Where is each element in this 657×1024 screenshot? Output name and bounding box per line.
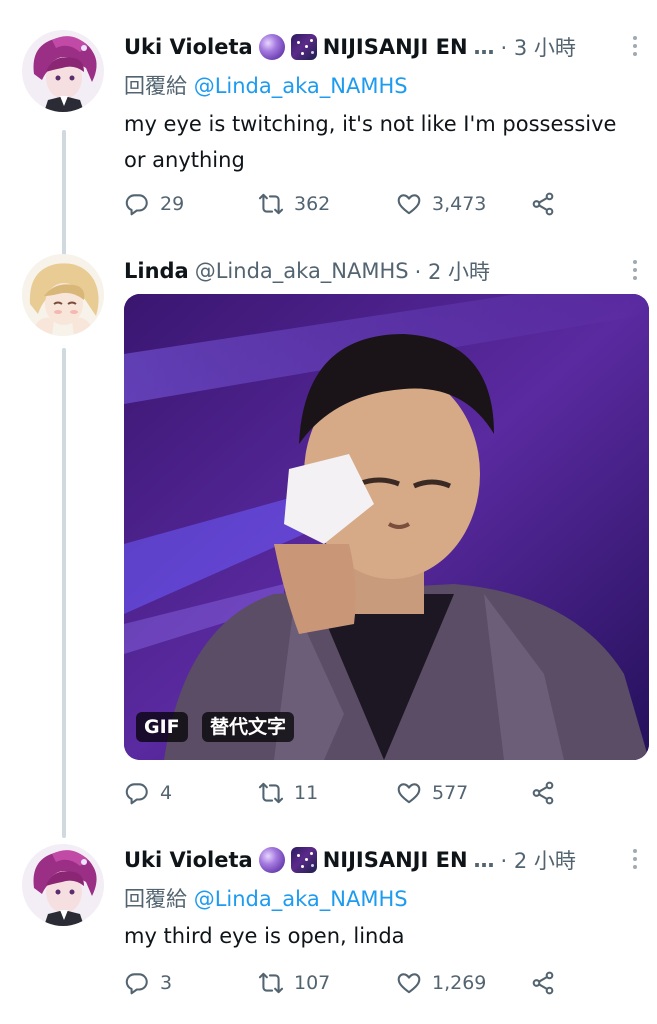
tweet-actions: 3 107 1,269 — [124, 967, 564, 999]
crystal-ball-emoji — [258, 847, 285, 873]
avatar-uki[interactable] — [22, 844, 104, 926]
author-org[interactable]: NIJISANJI EN — [323, 848, 468, 872]
reply-to-label: 回覆給 — [124, 887, 187, 911]
reply-button[interactable]: 3 — [124, 967, 172, 999]
retweet-button[interactable]: 107 — [258, 967, 330, 999]
retweet-count: 107 — [294, 972, 331, 994]
heart-icon — [396, 970, 422, 996]
name-ellipsis: … — [473, 848, 495, 872]
author-name[interactable]: Uki Violeta — [124, 848, 253, 872]
like-count: 1,269 — [432, 972, 487, 994]
reply-to-mention[interactable]: @Linda_aka_NAMHS — [194, 887, 408, 911]
reply-count: 3 — [160, 972, 173, 994]
share-button[interactable] — [530, 967, 556, 999]
more-icon[interactable] — [631, 849, 639, 869]
tweet-time[interactable]: · 2 小時 — [501, 845, 576, 875]
retweet-icon — [258, 970, 284, 996]
reply-icon — [124, 970, 150, 996]
reply-to-line: 回覆給 @Linda_aka_NAMHS — [124, 883, 408, 913]
tweet-uki-2[interactable]: Uki Violeta NIJISANJI EN … · 2 小時 回覆給 @L… — [0, 0, 657, 1024]
tweet-header: Uki Violeta NIJISANJI EN … · 2 小時 — [124, 843, 641, 877]
share-icon — [530, 970, 556, 996]
tweet-text: my third eye is open, linda — [124, 924, 405, 948]
like-button[interactable]: 1,269 — [396, 967, 486, 999]
milky-way-emoji — [290, 847, 317, 873]
